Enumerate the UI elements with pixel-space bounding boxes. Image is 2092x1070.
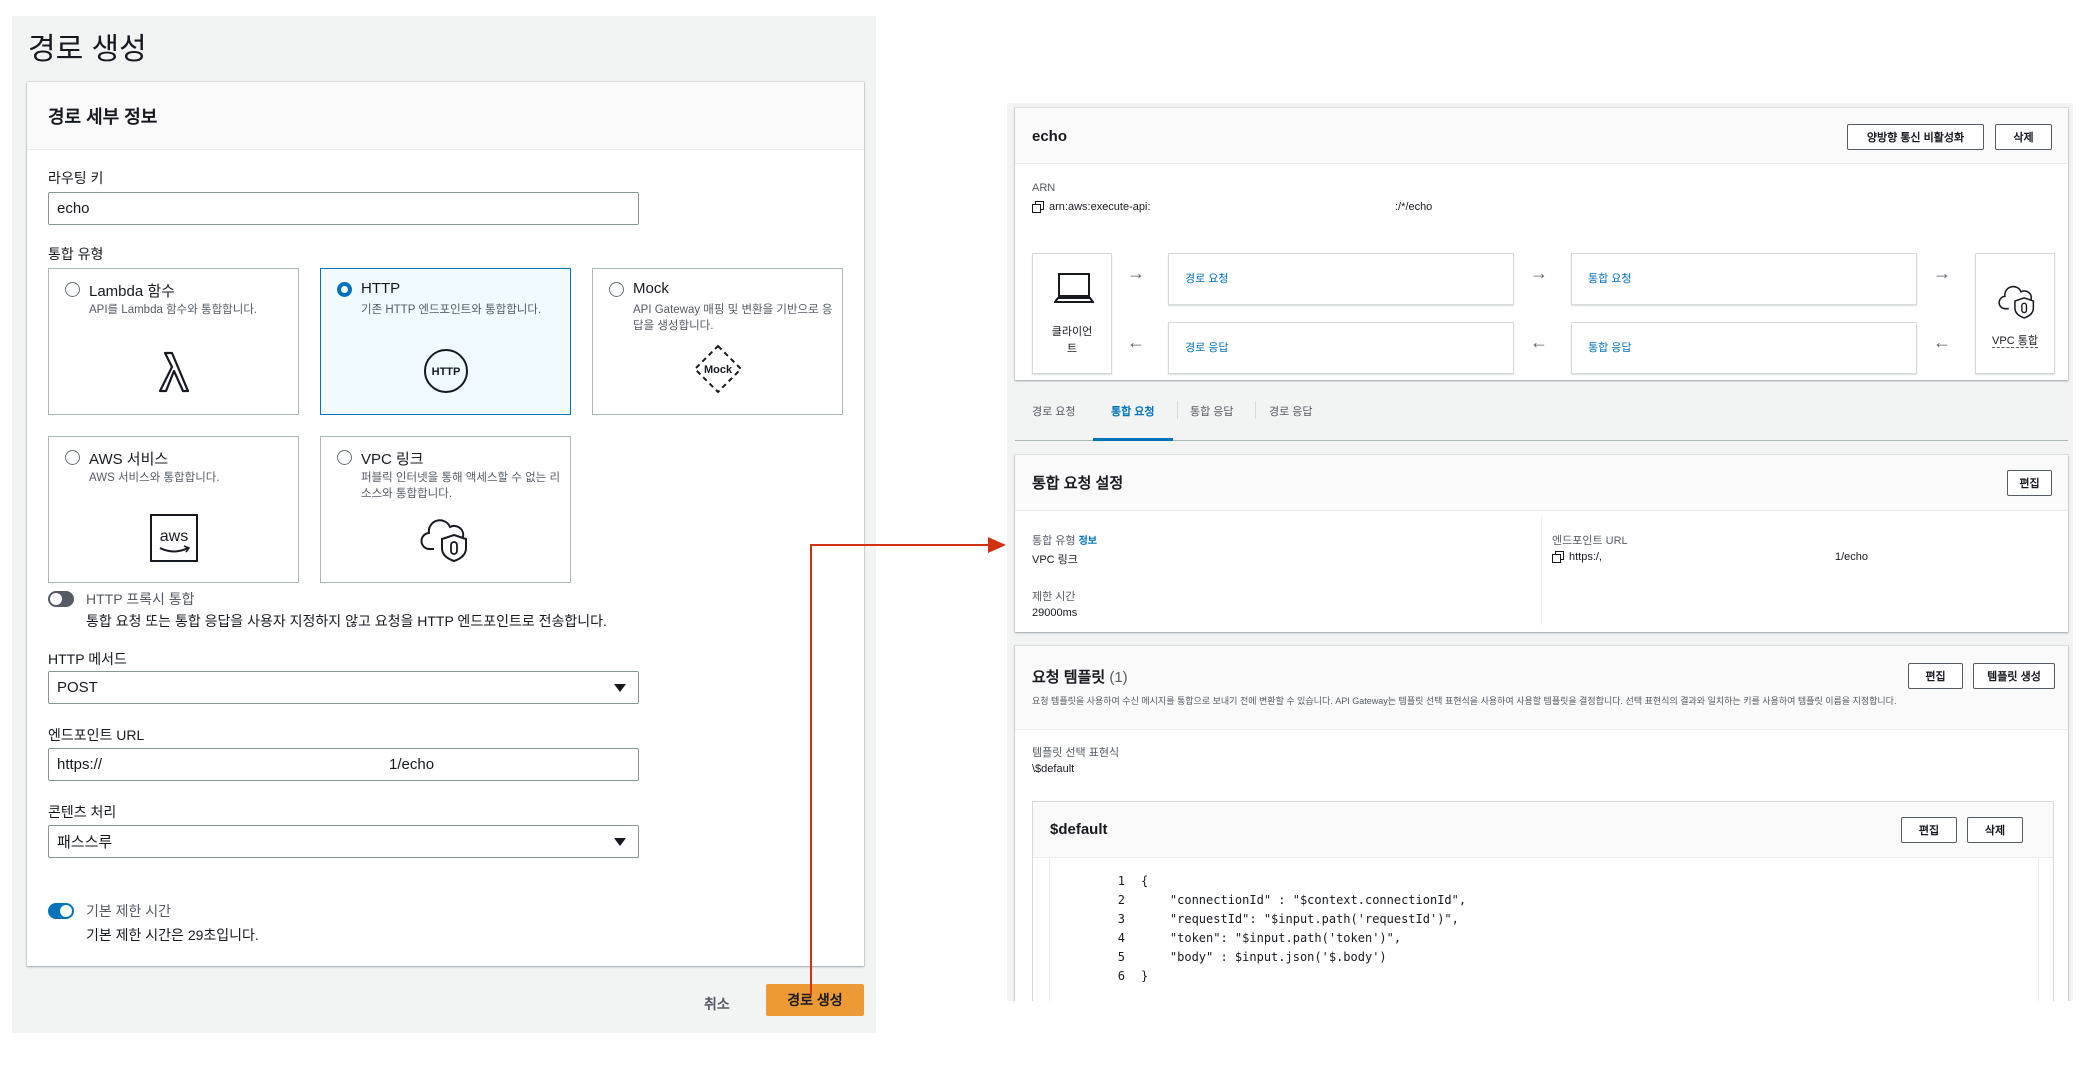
route-detail-panel: echo 양방향 통신 비활성화 삭제 ARN arn:aws:execute-… [1007, 103, 2073, 1001]
code-line: 1{ [1117, 874, 1149, 888]
tab-integration-response[interactable]: 통합 응답 [1190, 403, 1234, 419]
request-templates-card: 요청 템플릿 (1) 편집 템플릿 생성 요청 템플릿을 사용하여 수신 메시지… [1015, 646, 2068, 1001]
laptop-icon [1053, 272, 1095, 311]
code-line: 4 "token": "$input.path('token')", [1117, 931, 1402, 945]
client-box: 클라이언트 [1032, 253, 1112, 374]
delete-template-button[interactable]: 삭제 [1967, 817, 2023, 843]
route-response-link[interactable]: 경로 응답 [1185, 339, 1229, 355]
info-link[interactable]: 정보 [1079, 536, 1097, 547]
arrow-left-icon: ← [1127, 332, 1145, 352]
vpc-integration-label: VPC 통합 [1992, 335, 2038, 348]
template-panel: $default 편집 삭제 1{ 2 "connectionId" : "$c… [1032, 801, 2054, 1001]
route-request-link[interactable]: 경로 요청 [1185, 270, 1229, 286]
timeout-label: 제한 시간 [1032, 591, 1076, 603]
selection-expr-value: \$default [1032, 763, 1075, 775]
settings-title: 통합 요청 설정 [1032, 475, 1124, 492]
create-template-button[interactable]: 템플릿 생성 [1973, 663, 2055, 689]
arn-start: arn:aws:execute-api: [1049, 201, 1151, 213]
route-request-box[interactable]: 경로 요청 [1168, 253, 1514, 305]
code-line: 6} [1117, 969, 1149, 983]
template-name: $default [1050, 821, 1108, 838]
delete-route-button[interactable]: 삭제 [1995, 124, 2052, 150]
tab-integration-request[interactable]: 통합 요청 [1111, 403, 1155, 419]
code-line: 2 "connectionId" : "$context.connectionI… [1117, 893, 1467, 907]
endpoint-url-start: https:/, [1569, 551, 1603, 563]
edit-settings-button[interactable]: 편집 [2007, 470, 2052, 496]
integration-response-box[interactable]: 통합 응답 [1571, 322, 1917, 374]
tab-bar: 경로 요청 통합 요청 통합 응답 경로 응답 [1015, 395, 2068, 441]
arn-end: :/*/echo [1395, 201, 1433, 213]
endpoint-url-end: 1/echo [1835, 551, 1869, 563]
timeout-value: 29000ms [1032, 607, 1078, 619]
templates-title: 요청 템플릿 (1) [1032, 669, 1128, 686]
tab-route-request[interactable]: 경로 요청 [1032, 403, 1076, 419]
tab-route-response[interactable]: 경로 응답 [1269, 403, 1313, 419]
code-line: 3 "requestId": "$input.path('requestId')… [1117, 912, 1459, 926]
code-line: 5 "body" : $input.json('$.body') [1117, 950, 1387, 964]
integration-response-link[interactable]: 통합 응답 [1588, 339, 1632, 355]
integration-request-box[interactable]: 통합 요청 [1571, 253, 1917, 305]
cloud-shield-icon [1998, 282, 2038, 325]
vpc-integration-box: VPC 통합 [1975, 253, 2055, 374]
disable-bidirectional-button[interactable]: 양방향 통신 비활성화 [1847, 124, 1984, 150]
edit-templates-button[interactable]: 편집 [1908, 663, 1963, 689]
edit-template-button[interactable]: 편집 [1901, 817, 1957, 843]
arrow-right-icon: → [1530, 263, 1548, 283]
arrow-left-icon: ← [1933, 332, 1951, 352]
code-editor[interactable]: 1{ 2 "connectionId" : "$context.connecti… [1049, 858, 2039, 1001]
arrow-right-icon: → [1127, 263, 1145, 283]
arrow-right-icon: → [1933, 263, 1951, 283]
templates-desc: 요청 템플릿을 사용하여 수신 메시지를 통합으로 보내기 전에 변환할 수 있… [1032, 696, 1897, 706]
route-response-box[interactable]: 경로 응답 [1168, 322, 1514, 374]
route-name: echo [1032, 128, 1068, 145]
integration-settings-card: 통합 요청 설정 편집 통합 유형 정보 VPC 링크 제한 시간 29000m… [1015, 455, 2068, 632]
integration-request-link[interactable]: 통합 요청 [1588, 270, 1632, 286]
arn-label: ARN [1032, 182, 1056, 194]
route-header-card: echo 양방향 통신 비활성화 삭제 ARN arn:aws:execute-… [1015, 108, 2068, 380]
endpoint-url-label: 엔드포인트 URL [1552, 535, 1628, 547]
copy-icon[interactable] [1032, 200, 1044, 218]
integration-type-value: VPC 링크 [1032, 554, 1078, 566]
selection-expr-label: 템플릿 선택 표현식 [1032, 747, 1120, 759]
arrow-left-icon: ← [1530, 332, 1548, 352]
client-label: 클라이언트 [1051, 326, 1093, 355]
integration-type-label: 통합 유형 정보 [1032, 535, 1098, 547]
copy-icon[interactable] [1552, 550, 1564, 568]
